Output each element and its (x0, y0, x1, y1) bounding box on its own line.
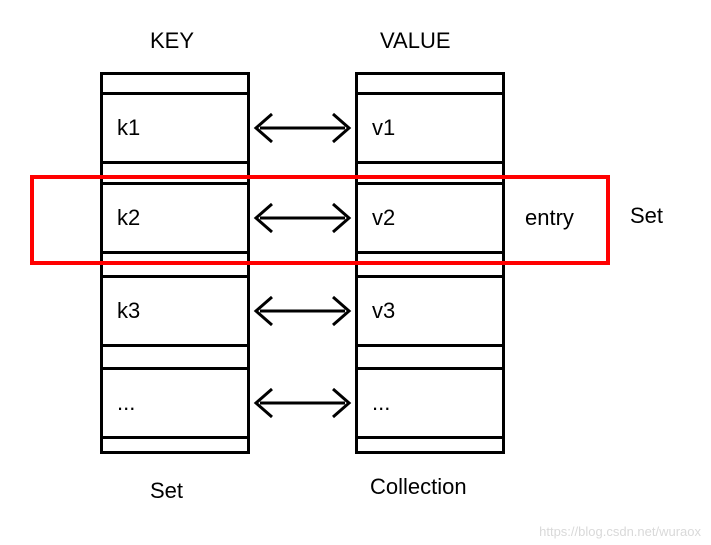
key-cell: ... (100, 367, 250, 439)
watermark: https://blog.csdn.net/wuraox (539, 524, 701, 539)
key-cell: k2 (100, 182, 250, 254)
value-cell: ... (355, 367, 505, 439)
key-cell: k3 (100, 275, 250, 347)
double-arrow-icon (250, 198, 355, 238)
key-header: KEY (150, 28, 194, 54)
value-cell: v3 (355, 275, 505, 347)
double-arrow-icon (250, 291, 355, 331)
key-footer-label: Set (150, 478, 183, 504)
diagram-canvas: KEY VALUE k1 k2 k3 ... v1 v2 v3 ... Set … (0, 0, 711, 545)
value-footer-label: Collection (370, 474, 467, 500)
entry-set-label: Set (630, 203, 663, 229)
value-header: VALUE (380, 28, 451, 54)
key-cell: k1 (100, 92, 250, 164)
entry-label: entry (525, 205, 574, 231)
value-cell: v1 (355, 92, 505, 164)
value-cell: v2 (355, 182, 505, 254)
double-arrow-icon (250, 108, 355, 148)
double-arrow-icon (250, 383, 355, 423)
